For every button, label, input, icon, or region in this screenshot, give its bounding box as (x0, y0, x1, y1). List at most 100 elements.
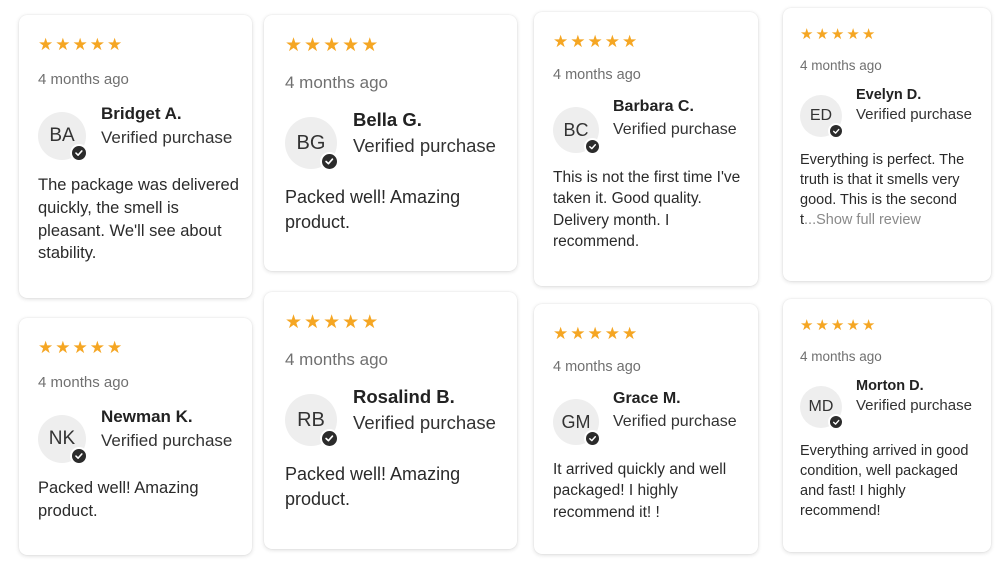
star-icon: ★ (553, 32, 569, 51)
star-icon: ★ (323, 312, 341, 333)
review-card: ★ ★ ★ ★ ★ 4 months ago ED Evelyn D. Verified… (783, 8, 991, 281)
star-icon: ★ (846, 317, 860, 334)
review-date: 4 months ago (553, 359, 641, 375)
avatar: BC (553, 107, 601, 155)
reviewer-name: Evelyn D. (856, 87, 922, 103)
verified-check-icon (828, 123, 844, 139)
avatar: RB (285, 394, 339, 448)
avatar-initials: GM (561, 411, 591, 432)
star-icon: ★ (604, 32, 620, 51)
star-icon: ★ (570, 324, 586, 343)
star-icon: ★ (622, 324, 638, 343)
review-date: 4 months ago (800, 58, 882, 73)
star-icon: ★ (285, 35, 303, 56)
review-card: ★ ★ ★ ★ ★ 4 months ago BC Barbara C. Verifie… (534, 12, 758, 286)
review-date: 4 months ago (800, 349, 882, 364)
verified-check-icon (584, 430, 601, 447)
verified-label: Verified purchase (353, 412, 496, 433)
verified-label: Verified purchase (101, 128, 233, 147)
reviewer: MD Morton D. Verified purchase (800, 378, 991, 430)
star-icon: ★ (622, 32, 638, 51)
review-card: ★ ★ ★ ★ ★ 4 months ago NK Newman K. Verified… (19, 318, 252, 555)
reviewer: BA Bridget A. Verified purchase (38, 104, 252, 162)
star-icon: ★ (38, 338, 54, 357)
star-icon: ★ (89, 338, 105, 357)
star-rating: ★ ★ ★ ★ ★ (553, 325, 758, 342)
review-date: 4 months ago (553, 67, 641, 83)
star-icon: ★ (830, 26, 845, 43)
reviewer: ED Evelyn D. Verified purchase (800, 87, 991, 139)
star-rating: ★ ★ ★ ★ ★ (38, 339, 252, 356)
star-icon: ★ (570, 32, 586, 51)
review-text: Packed well! Amazing product. (285, 187, 461, 232)
star-icon: ★ (342, 35, 360, 56)
reviewer-name: Newman K. (101, 407, 193, 426)
star-rating: ★ ★ ★ ★ ★ (800, 318, 991, 333)
star-icon: ★ (800, 317, 814, 334)
verified-label: Verified purchase (353, 135, 496, 156)
verified-label: Verified purchase (856, 397, 972, 414)
verified-check-icon (70, 144, 88, 162)
star-icon: ★ (107, 338, 123, 357)
reviewer: GM Grace M. Verified purchase (553, 390, 758, 447)
reviewer: BC Barbara C. Verified purchase (553, 98, 758, 155)
avatar: ED (800, 95, 844, 139)
star-icon: ★ (72, 35, 88, 54)
show-full-review-link[interactable]: ...Show full review (804, 212, 921, 228)
verified-check-icon (320, 152, 339, 171)
verified-label: Verified purchase (101, 431, 233, 450)
review-card: ★ ★ ★ ★ ★ 4 months ago BA Bridget A. Verifie… (19, 15, 252, 298)
star-icon: ★ (587, 32, 603, 51)
star-icon: ★ (846, 26, 860, 43)
review-date: 4 months ago (285, 73, 389, 92)
avatar-initials: RB (297, 408, 325, 431)
review-text: It arrived quickly and well packaged! I … (553, 461, 727, 521)
star-icon: ★ (342, 312, 360, 333)
verified-check-icon (70, 447, 88, 465)
avatar-initials: BG (296, 131, 326, 154)
star-icon: ★ (815, 317, 829, 334)
review-text: This is not the first time I've taken it… (553, 169, 741, 251)
review-card: ★ ★ ★ ★ ★ 4 months ago RB Rosalind B. Verifi… (264, 292, 517, 549)
review-card: ★ ★ ★ ★ ★ 4 months ago BG Bella G. Verified … (264, 15, 517, 271)
review-text: Everything arrived in good condition, we… (800, 443, 969, 519)
star-rating: ★ ★ ★ ★ ★ (800, 27, 991, 42)
avatar: BA (38, 112, 88, 162)
star-icon: ★ (861, 317, 876, 334)
verified-label: Verified purchase (613, 413, 737, 430)
star-icon: ★ (361, 35, 379, 56)
review-text: Packed well! Amazing product. (38, 479, 199, 520)
avatar-initials: ED (809, 107, 833, 124)
verified-label: Verified purchase (613, 121, 737, 138)
star-icon: ★ (830, 317, 845, 334)
star-icon: ★ (38, 35, 54, 54)
star-icon: ★ (55, 338, 71, 357)
star-icon: ★ (304, 312, 322, 333)
star-icon: ★ (55, 35, 71, 54)
star-icon: ★ (107, 35, 123, 54)
star-icon: ★ (323, 35, 341, 56)
star-rating: ★ ★ ★ ★ ★ (38, 36, 252, 53)
avatar-initials: NK (48, 428, 76, 449)
review-card: ★ ★ ★ ★ ★ 4 months ago MD Morton D. Verified… (783, 299, 991, 552)
star-icon: ★ (72, 338, 88, 357)
avatar-initials: MD (808, 398, 834, 415)
review-date: 4 months ago (38, 374, 129, 391)
avatar: GM (553, 399, 601, 447)
star-rating: ★ ★ ★ ★ ★ (553, 33, 758, 50)
star-icon: ★ (285, 312, 303, 333)
review-text: The package was delivered quickly, the s… (38, 176, 239, 263)
reviewer-name: Rosalind B. (353, 386, 455, 407)
star-icon: ★ (861, 26, 876, 43)
star-icon: ★ (304, 35, 322, 56)
star-icon: ★ (815, 26, 829, 43)
review-card: ★ ★ ★ ★ ★ 4 months ago GM Grace M. Verified … (534, 304, 758, 554)
star-icon: ★ (587, 324, 603, 343)
star-icon: ★ (800, 26, 814, 43)
avatar: BG (285, 117, 339, 171)
avatar-initials: BC (563, 119, 589, 140)
review-date: 4 months ago (285, 350, 389, 369)
verified-check-icon (828, 414, 844, 430)
star-icon: ★ (89, 35, 105, 54)
reviewer: NK Newman K. Verified purchase (38, 407, 252, 465)
